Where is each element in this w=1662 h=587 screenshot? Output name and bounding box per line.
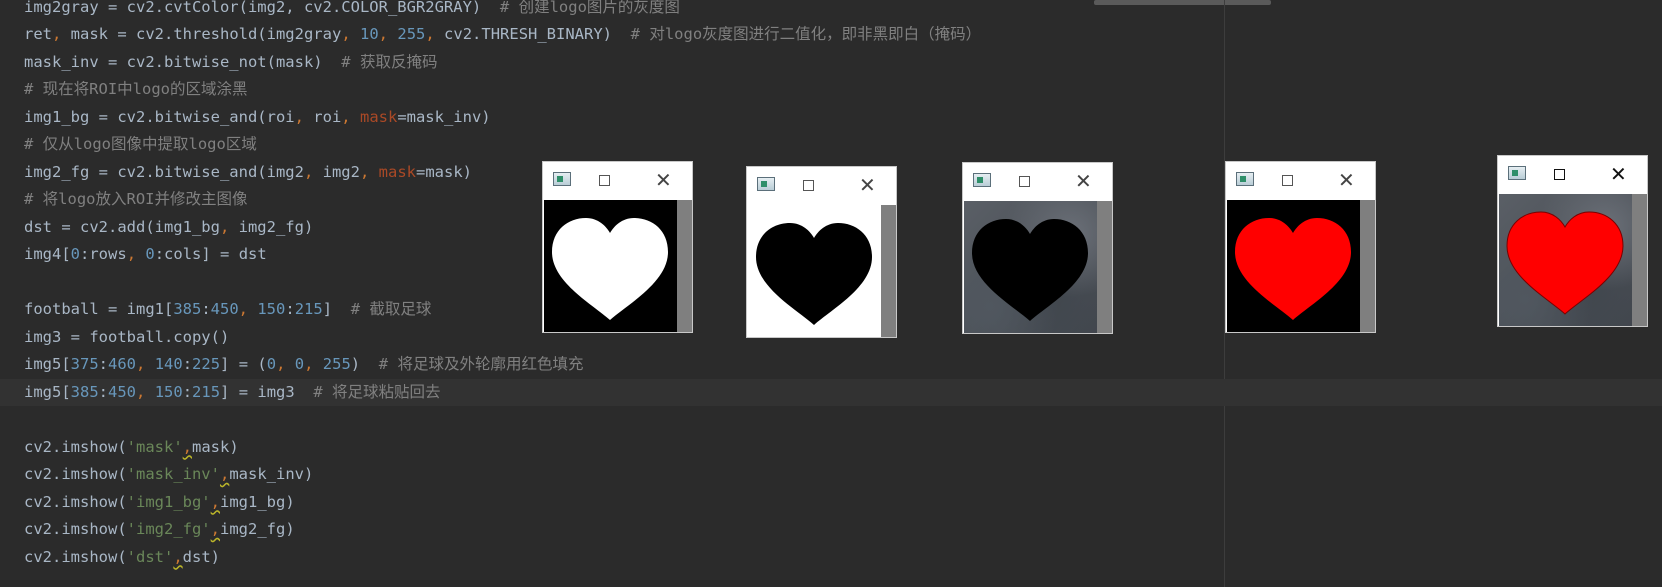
window-titlebar[interactable]: ✕ xyxy=(963,163,1112,199)
window-scrollbar[interactable] xyxy=(1097,201,1112,333)
image-canvas xyxy=(1227,200,1360,332)
code-line-15-current[interactable]: img5[385:450, 150:215] = img3 # 将足球粘贴回去 xyxy=(0,378,1662,406)
red-heart-image xyxy=(1235,218,1351,320)
code-line-5[interactable]: img1_bg = cv2.bitwise_and(roi, roi, mask… xyxy=(24,104,491,132)
code-line-17[interactable]: cv2.imshow('mask',mask) xyxy=(24,434,239,462)
window-scrollbar[interactable] xyxy=(1360,200,1375,332)
code-line-9[interactable]: dst = cv2.add(img1_bg, img2_fg) xyxy=(24,214,313,242)
code-line-21[interactable]: cv2.imshow('dst',dst) xyxy=(24,544,220,572)
maximize-icon[interactable] xyxy=(1554,169,1565,180)
code-line-1[interactable]: img2gray = cv2.cvtColor(img2, cv2.COLOR_… xyxy=(24,0,680,22)
imshow-window-dst[interactable]: ✕ xyxy=(1497,155,1648,327)
white-heart-image xyxy=(552,218,668,320)
code-line-14[interactable]: img5[375:460, 140:225] = (0, 0, 255) # 将… xyxy=(24,351,583,379)
horizontal-scrollbar[interactable] xyxy=(1094,0,1271,5)
opencv-window-icon xyxy=(757,177,775,191)
code-line-2[interactable]: ret, mask = cv2.threshold(img2gray, 10, … xyxy=(24,21,981,49)
code-line-6[interactable]: # 仅从logo图像中提取logo区域 xyxy=(24,131,257,159)
imshow-window-mask-inv[interactable]: ✕ xyxy=(746,166,897,338)
maximize-icon[interactable] xyxy=(1019,176,1030,187)
window-titlebar[interactable]: ✕ xyxy=(1498,156,1647,192)
window-scrollbar[interactable] xyxy=(677,200,692,332)
image-canvas xyxy=(1499,194,1632,326)
code-line-19[interactable]: cv2.imshow('img1_bg',img1_bg) xyxy=(24,489,295,517)
opencv-window-icon xyxy=(1236,172,1254,186)
imshow-window-img2-fg[interactable]: ✕ xyxy=(1225,161,1376,333)
black-heart-image xyxy=(756,223,872,325)
maximize-icon[interactable] xyxy=(599,175,610,186)
black-heart-on-photo-image xyxy=(972,219,1088,321)
window-scrollbar[interactable] xyxy=(1632,194,1647,326)
code-line-7[interactable]: img2_fg = cv2.bitwise_and(img2, img2, ma… xyxy=(24,159,472,187)
window-titlebar[interactable]: ✕ xyxy=(1226,162,1375,198)
code-line-4[interactable]: # 现在将ROI中logo的区域涂黑 xyxy=(24,76,248,104)
image-canvas xyxy=(964,201,1097,333)
code-line-10[interactable]: img4[0:rows, 0:cols] = dst xyxy=(24,241,267,269)
close-icon[interactable]: ✕ xyxy=(859,175,876,195)
close-icon[interactable]: ✕ xyxy=(655,170,672,190)
window-scrollbar[interactable] xyxy=(881,205,896,337)
opencv-window-icon xyxy=(1508,166,1526,180)
image-canvas xyxy=(748,205,881,337)
code-line-13[interactable]: img3 = football.copy() xyxy=(24,324,229,352)
code-line-3[interactable]: mask_inv = cv2.bitwise_not(mask) # 获取反掩码 xyxy=(24,49,437,77)
opencv-window-icon xyxy=(553,172,571,186)
image-canvas xyxy=(544,200,677,332)
code-line-20[interactable]: cv2.imshow('img2_fg',img2_fg) xyxy=(24,516,295,544)
imshow-window-mask[interactable]: ✕ xyxy=(542,161,693,333)
window-titlebar[interactable]: ✕ xyxy=(543,162,692,198)
close-icon[interactable]: ✕ xyxy=(1338,170,1355,190)
code-line-18[interactable]: cv2.imshow('mask_inv',mask_inv) xyxy=(24,461,313,489)
close-icon[interactable]: ✕ xyxy=(1610,164,1627,184)
code-line-8[interactable]: # 将logo放入ROI并修改主图像 xyxy=(24,186,248,214)
maximize-icon[interactable] xyxy=(1282,175,1293,186)
code-line-12[interactable]: football = img1[385:450, 150:215] # 截取足球 xyxy=(24,296,431,324)
window-titlebar[interactable]: ✕ xyxy=(747,167,896,203)
maximize-icon[interactable] xyxy=(803,180,814,191)
opencv-window-icon xyxy=(973,173,991,187)
close-icon[interactable]: ✕ xyxy=(1075,171,1092,191)
red-heart-on-photo-image xyxy=(1506,211,1624,315)
imshow-window-img1-bg[interactable]: ✕ xyxy=(962,162,1113,334)
